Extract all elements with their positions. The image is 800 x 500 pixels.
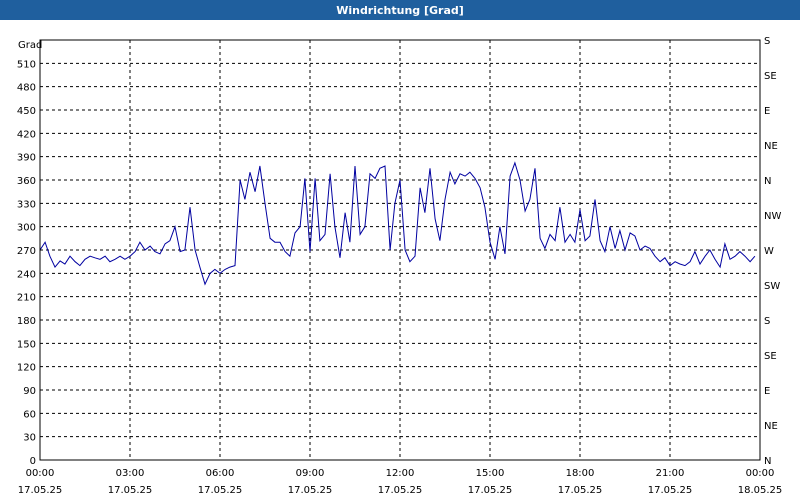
x-tick-date: 17.05.25 [558,485,603,496]
y-tick-label: 240 [17,269,36,280]
series-group [39,161,756,286]
y-tick-label: 180 [17,316,36,327]
grid-lines [40,40,760,460]
y-tick-label: 390 [17,153,36,164]
x-tick-time: 09:00 [296,468,325,479]
x-tick-date: 17.05.25 [648,485,693,496]
x-tick-date: 17.05.25 [288,485,333,496]
y-right-tick-label: SE [764,71,777,82]
x-tick-date: 17.05.25 [18,485,63,496]
x-tick-date: 17.05.25 [468,485,513,496]
y-right-tick-label: NE [764,141,778,152]
x-tick-time: 00:00 [746,468,775,479]
y-tick-label: 510 [17,59,36,70]
y-tick-label: 360 [17,176,36,187]
window-title: Windrichtung [Grad] [0,0,800,20]
y-tick-label: 150 [17,339,36,350]
y-right-tick-label: SW [764,281,780,292]
x-tick-time: 21:00 [656,468,685,479]
x-tick-time: 06:00 [206,468,235,479]
y-tick-label: 30 [23,433,36,444]
wind-direction-chart: 0 30 60 90 120 150 180 210 240 270 300 330 360 390 420… [17,36,783,496]
x-tick-date: 18.05.25 [738,485,783,496]
x-tick-date: 17.05.25 [108,485,153,496]
y-tick-label: 0 [30,456,36,467]
y-tick-label: 60 [23,409,36,420]
y-right-tick-label: SE [764,351,777,362]
x-tick-time: 15:00 [476,468,505,479]
x-tick-time: 03:00 [116,468,145,479]
y-right-tick-label: E [764,386,770,397]
y-tick-label: 90 [23,386,36,397]
y-right-tick-label: E [764,106,770,117]
y-right-tick-label: N [764,456,771,467]
y-right-tick-label: W [764,246,774,257]
y-axis-left: 0 30 60 90 120 150 180 210 240 270 300 330 360 390 420… [17,59,36,467]
y-tick-label: 480 [17,83,36,94]
y-right-tick-label: NE [764,421,778,432]
y-tick-label: 450 [17,106,36,117]
y-tick-label: 210 [17,293,36,304]
y-right-tick-label: NW [764,211,781,222]
y-tick-label: 330 [17,199,36,210]
y-axis-right: N NE E SE S SW W NW N NE E SE S [764,36,781,467]
series-line [39,161,756,286]
x-tick-time: 00:00 [26,468,55,479]
y-tick-label: 270 [17,246,36,257]
x-tick-time: 12:00 [386,468,415,479]
x-tick-date: 17.05.25 [378,485,423,496]
x-axis: 00:00 17.05.25 03:00 17.05.25 06:00 17.05.25 0… [18,468,783,496]
x-tick-time: 18:00 [566,468,595,479]
x-tick-date: 17.05.25 [198,485,243,496]
y-right-tick-label: N [764,176,771,187]
y-tick-label: 420 [17,129,36,140]
y-right-tick-label: S [764,36,770,47]
y-tick-label: 300 [17,223,36,234]
y-tick-label: 120 [17,363,36,374]
y-axis-label: Grad [18,40,42,51]
y-right-tick-label: S [764,316,770,327]
